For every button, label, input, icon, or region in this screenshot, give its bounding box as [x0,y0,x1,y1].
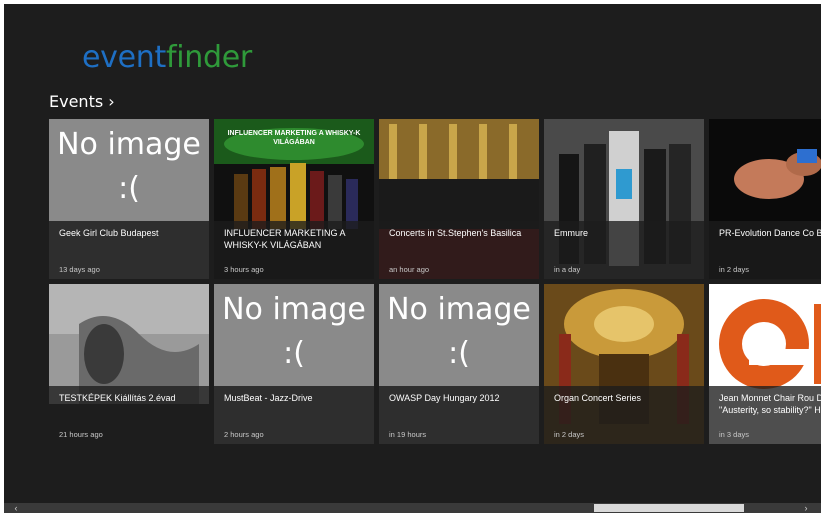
tile-caption: PR-Evolution Dance Co Blue Men in 2 days [709,221,821,279]
image-overlay-text: INFLUENCER MARKETING A WHISKY-K VILÁGÁBA… [227,130,361,146]
tile-caption: TESTKÉPEK Kiállítás 2.évad 21 hours ago [49,386,209,444]
tile-caption: INFLUENCER MARKETING A WHISKY-K VILÁGÁBA… [214,221,374,279]
logo-text-event: event [82,40,166,75]
chevron-right-icon: › [108,92,115,111]
no-image-text: No image:( [387,292,531,371]
tile-title: INFLUENCER MARKETING A WHISKY-K VILÁGÁBA… [224,228,346,250]
no-image-placeholder: No image:( [49,119,209,221]
scroll-right-arrow-icon[interactable]: › [800,503,812,513]
no-image-placeholder: No image:( [214,284,374,386]
horizontal-scrollbar[interactable]: ‹ › [4,503,821,513]
tile-title: Organ Concert Series [554,393,642,403]
tile-title: OWASP Day Hungary 2012 [389,393,500,403]
tile-title: Emmure [554,228,589,238]
tile-title: PR-Evolution Dance Co Blue Men [719,228,821,238]
no-image-text: No image:( [222,292,366,371]
event-tile-jean-monnet-debate[interactable]: Jean Monnet Chair Rou Debate - "Austerit… [709,284,821,444]
tile-caption: Emmure in a day [544,221,704,279]
section-title: Events [49,92,104,111]
event-tile-basilica-concerts[interactable]: Concerts in St.Stephen's Basilica an hou… [379,119,539,279]
no-image-text: No image:( [57,127,201,206]
tile-time: in 2 days [554,430,585,439]
no-image-placeholder: No image:( [379,284,539,386]
event-tile-emmure[interactable]: Emmure in a day [544,119,704,279]
tile-time: 3 hours ago [224,265,264,274]
tile-title: TESTKÉPEK Kiállítás 2.évad [59,393,176,403]
tile-caption: Geek Girl Club Budapest 13 days ago [49,221,209,279]
event-tile-geek-girl-club[interactable]: No image:( Geek Girl Club Budapest 13 da… [49,119,209,279]
event-tile-pr-evolution-dance[interactable]: PR-Evolution Dance Co Blue Men in 2 days [709,119,821,279]
event-tile-mustbeat[interactable]: No image:( MustBeat - Jazz-Drive 2 hours… [214,284,374,444]
tile-time: 13 days ago [59,265,100,274]
tile-title: Geek Girl Club Budapest [59,228,159,238]
tile-time: in 3 days [719,430,750,439]
tile-time: in a day [554,265,581,274]
tile-title: Concerts in St.Stephen's Basilica [389,228,522,238]
tile-title: MustBeat - Jazz-Drive [224,393,313,403]
app-logo: eventfinder [82,40,252,75]
event-tile-testkepek[interactable]: TESTKÉPEK Kiállítás 2.évad 21 hours ago [49,284,209,444]
event-tile-organ-concert[interactable]: Organ Concert Series in 2 days [544,284,704,444]
tile-time: in 2 days [719,265,750,274]
event-tile-influencer-marketing[interactable]: INFLUENCER MARKETING A WHISKY-K VILÁGÁBA… [214,119,374,279]
tile-caption: OWASP Day Hungary 2012 in 19 hours [379,386,539,444]
tile-time: an hour ago [389,265,430,274]
logo-text-finder: finder [165,40,252,75]
tile-caption: Organ Concert Series in 2 days [544,386,704,444]
tile-time: 21 hours ago [59,430,103,439]
tile-title: Jean Monnet Chair Rou Debate - "Austerit… [719,393,821,415]
event-tile-owasp-day[interactable]: No image:( OWASP Day Hungary 2012 in 19 … [379,284,539,444]
app-window: eventfinder Events › No image:( Geek Gir… [4,4,821,513]
tile-caption: MustBeat - Jazz-Drive 2 hours ago [214,386,374,444]
tile-time: 2 hours ago [224,430,264,439]
scroll-left-arrow-icon[interactable]: ‹ [10,503,22,513]
tile-time: in 19 hours [389,430,427,439]
events-section-header[interactable]: Events › [49,92,115,111]
tile-caption: Jean Monnet Chair Rou Debate - "Austerit… [709,386,821,444]
scrollbar-thumb[interactable] [594,504,744,512]
tile-caption: Concerts in St.Stephen's Basilica an hou… [379,221,539,279]
